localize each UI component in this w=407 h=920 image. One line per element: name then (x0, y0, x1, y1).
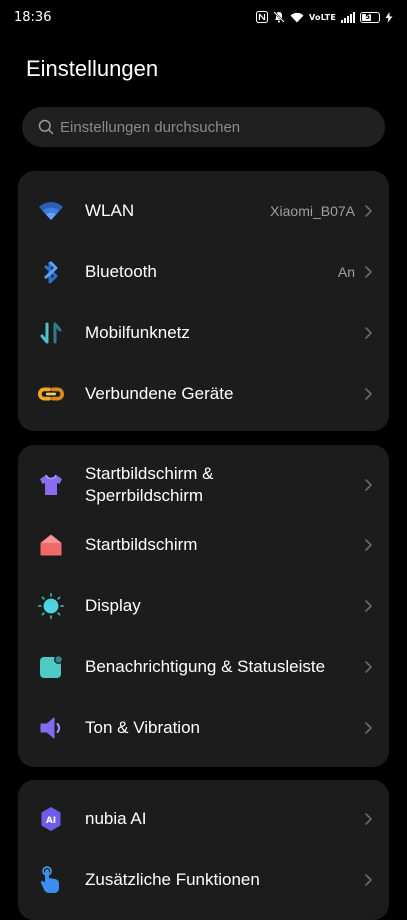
settings-item-startbildschirm-sperrbildschirm[interactable]: Startbildschirm & Sperrbildschirm (18, 461, 389, 509)
settings-item-label: WLAN (85, 201, 135, 220)
settings-item-verbundene-geraete[interactable]: Verbundene Geräte (18, 372, 389, 416)
hand-pointer-icon (38, 866, 64, 893)
notification-icon (38, 654, 64, 680)
settings-item-value: An (337, 264, 355, 280)
settings-item-benachrichtigung[interactable]: Benachrichtigung & Statusleiste (18, 645, 389, 689)
settings-item-mobilfunknetz[interactable]: Mobilfunknetz (18, 311, 389, 355)
settings-item-label: Startbildschirm & Sperrbildschirm (85, 463, 213, 507)
battery-level: 51 (365, 12, 375, 21)
bluetooth-icon (38, 259, 64, 285)
settings-item-startbildschirm[interactable]: Startbildschirm (18, 523, 389, 567)
chevron-right-icon (365, 539, 372, 551)
status-icons: VoLTE 51 (256, 8, 393, 26)
settings-item-wlan[interactable]: WLAN Xiaomi_B07A (18, 189, 389, 233)
settings-item-nubia-ai[interactable]: AI nubia AI (18, 797, 389, 841)
battery-icon: 51 (360, 11, 380, 23)
settings-group-personalization: Startbildschirm & Sperrbildschirm Startb… (18, 445, 389, 767)
settings-item-display[interactable]: Display (18, 584, 389, 628)
chevron-right-icon (365, 205, 372, 217)
chevron-right-icon (365, 813, 372, 825)
settings-item-label: Mobilfunknetz (85, 323, 190, 342)
search-bar[interactable] (22, 107, 385, 147)
wifi-icon (38, 198, 64, 224)
volte-label: VoLTE (309, 12, 336, 22)
settings-item-label: Ton & Vibration (85, 718, 200, 737)
chevron-right-icon (365, 874, 372, 886)
settings-item-label-line1: Startbildschirm & (85, 464, 214, 483)
wifi-status-icon (290, 12, 304, 22)
settings-item-label: Display (85, 596, 141, 615)
chevron-right-icon (365, 266, 372, 278)
settings-item-label-line2: Sperrbildschirm (85, 486, 204, 505)
settings-item-ton-vibration[interactable]: Ton & Vibration (18, 706, 389, 750)
settings-item-label: Bluetooth (85, 262, 157, 281)
speaker-icon (38, 715, 64, 741)
link-icon (38, 381, 64, 407)
signal-icon (341, 11, 355, 23)
settings-group-connectivity: WLAN Xiaomi_B07A Bluetooth An Mobilfunkn… (18, 171, 389, 431)
mobile-data-icon (38, 320, 64, 346)
settings-item-bluetooth[interactable]: Bluetooth An (18, 250, 389, 294)
charging-icon (385, 11, 393, 23)
status-bar: 18:36 VoLTE 51 (0, 0, 407, 36)
chevron-right-icon (365, 388, 372, 400)
chevron-right-icon (365, 600, 372, 612)
nfc-icon (256, 11, 269, 23)
chevron-right-icon (365, 327, 372, 339)
settings-item-zusaetzliche-funktionen[interactable]: Zusätzliche Funktionen (18, 858, 389, 902)
settings-item-label: nubia AI (85, 809, 147, 828)
settings-item-value: Xiaomi_B07A (270, 203, 355, 219)
mute-bell-icon (273, 11, 285, 23)
settings-item-label: Verbundene Geräte (85, 384, 234, 403)
settings-item-label: Zusätzliche Funktionen (85, 870, 260, 889)
home-icon (38, 532, 64, 558)
settings-item-label: Benachrichtigung & Statusleiste (85, 657, 326, 676)
ai-icon-text: AI (46, 816, 56, 826)
search-icon (38, 119, 54, 135)
chevron-right-icon (365, 661, 372, 673)
search-input[interactable] (58, 117, 362, 137)
settings-group-features: AI nubia AI Zusätzliche Funktionen (18, 780, 389, 920)
chevron-right-icon (365, 722, 372, 734)
ai-icon: AI (38, 806, 64, 832)
settings-item-label: Startbildschirm (85, 535, 198, 554)
shirt-icon (38, 472, 64, 498)
status-time: 18:36 (14, 10, 52, 25)
page-title: Einstellungen (26, 56, 159, 81)
chevron-right-icon (365, 479, 372, 491)
sun-icon (38, 593, 64, 619)
